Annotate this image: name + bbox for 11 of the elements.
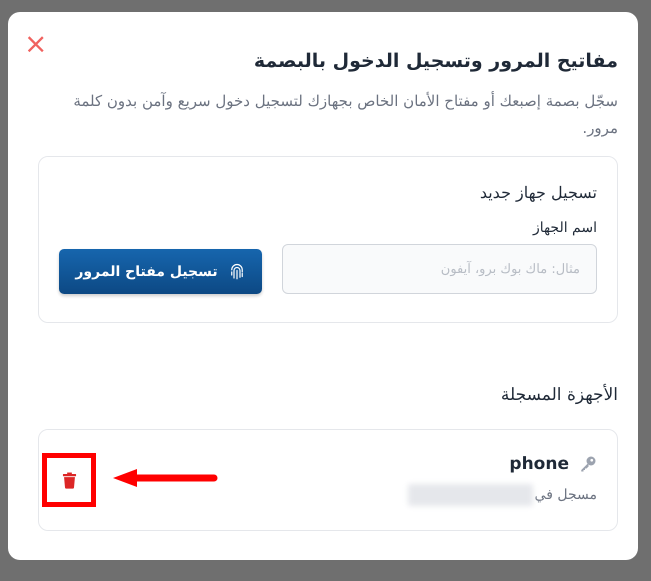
key-icon [579,455,597,473]
dialog-description: سجّل بصمة إصبعك أو مفتاح الأمان الخاص بجهازك لتسجيل دخول سريع وآمن بدون كلمة مرور. [72,90,618,139]
device-name: phone [509,454,569,474]
card-title: تسجيل جهاز جديد [478,183,597,202]
device-name-field[interactable]: مثال: ماك بوك برو، آيفون [282,244,597,294]
registered-label: مسجل في [534,487,597,503]
section-title: الأجهزة المسجلة [500,385,618,405]
field-label: اسم الجهاز [531,220,597,236]
dialog-title: مفاتيح المرور وتسجيل الدخول بالبصمة [252,50,618,72]
trash-icon [62,472,76,488]
register-passkey-button[interactable]: تسجيل مفتاح المرور [59,249,262,294]
